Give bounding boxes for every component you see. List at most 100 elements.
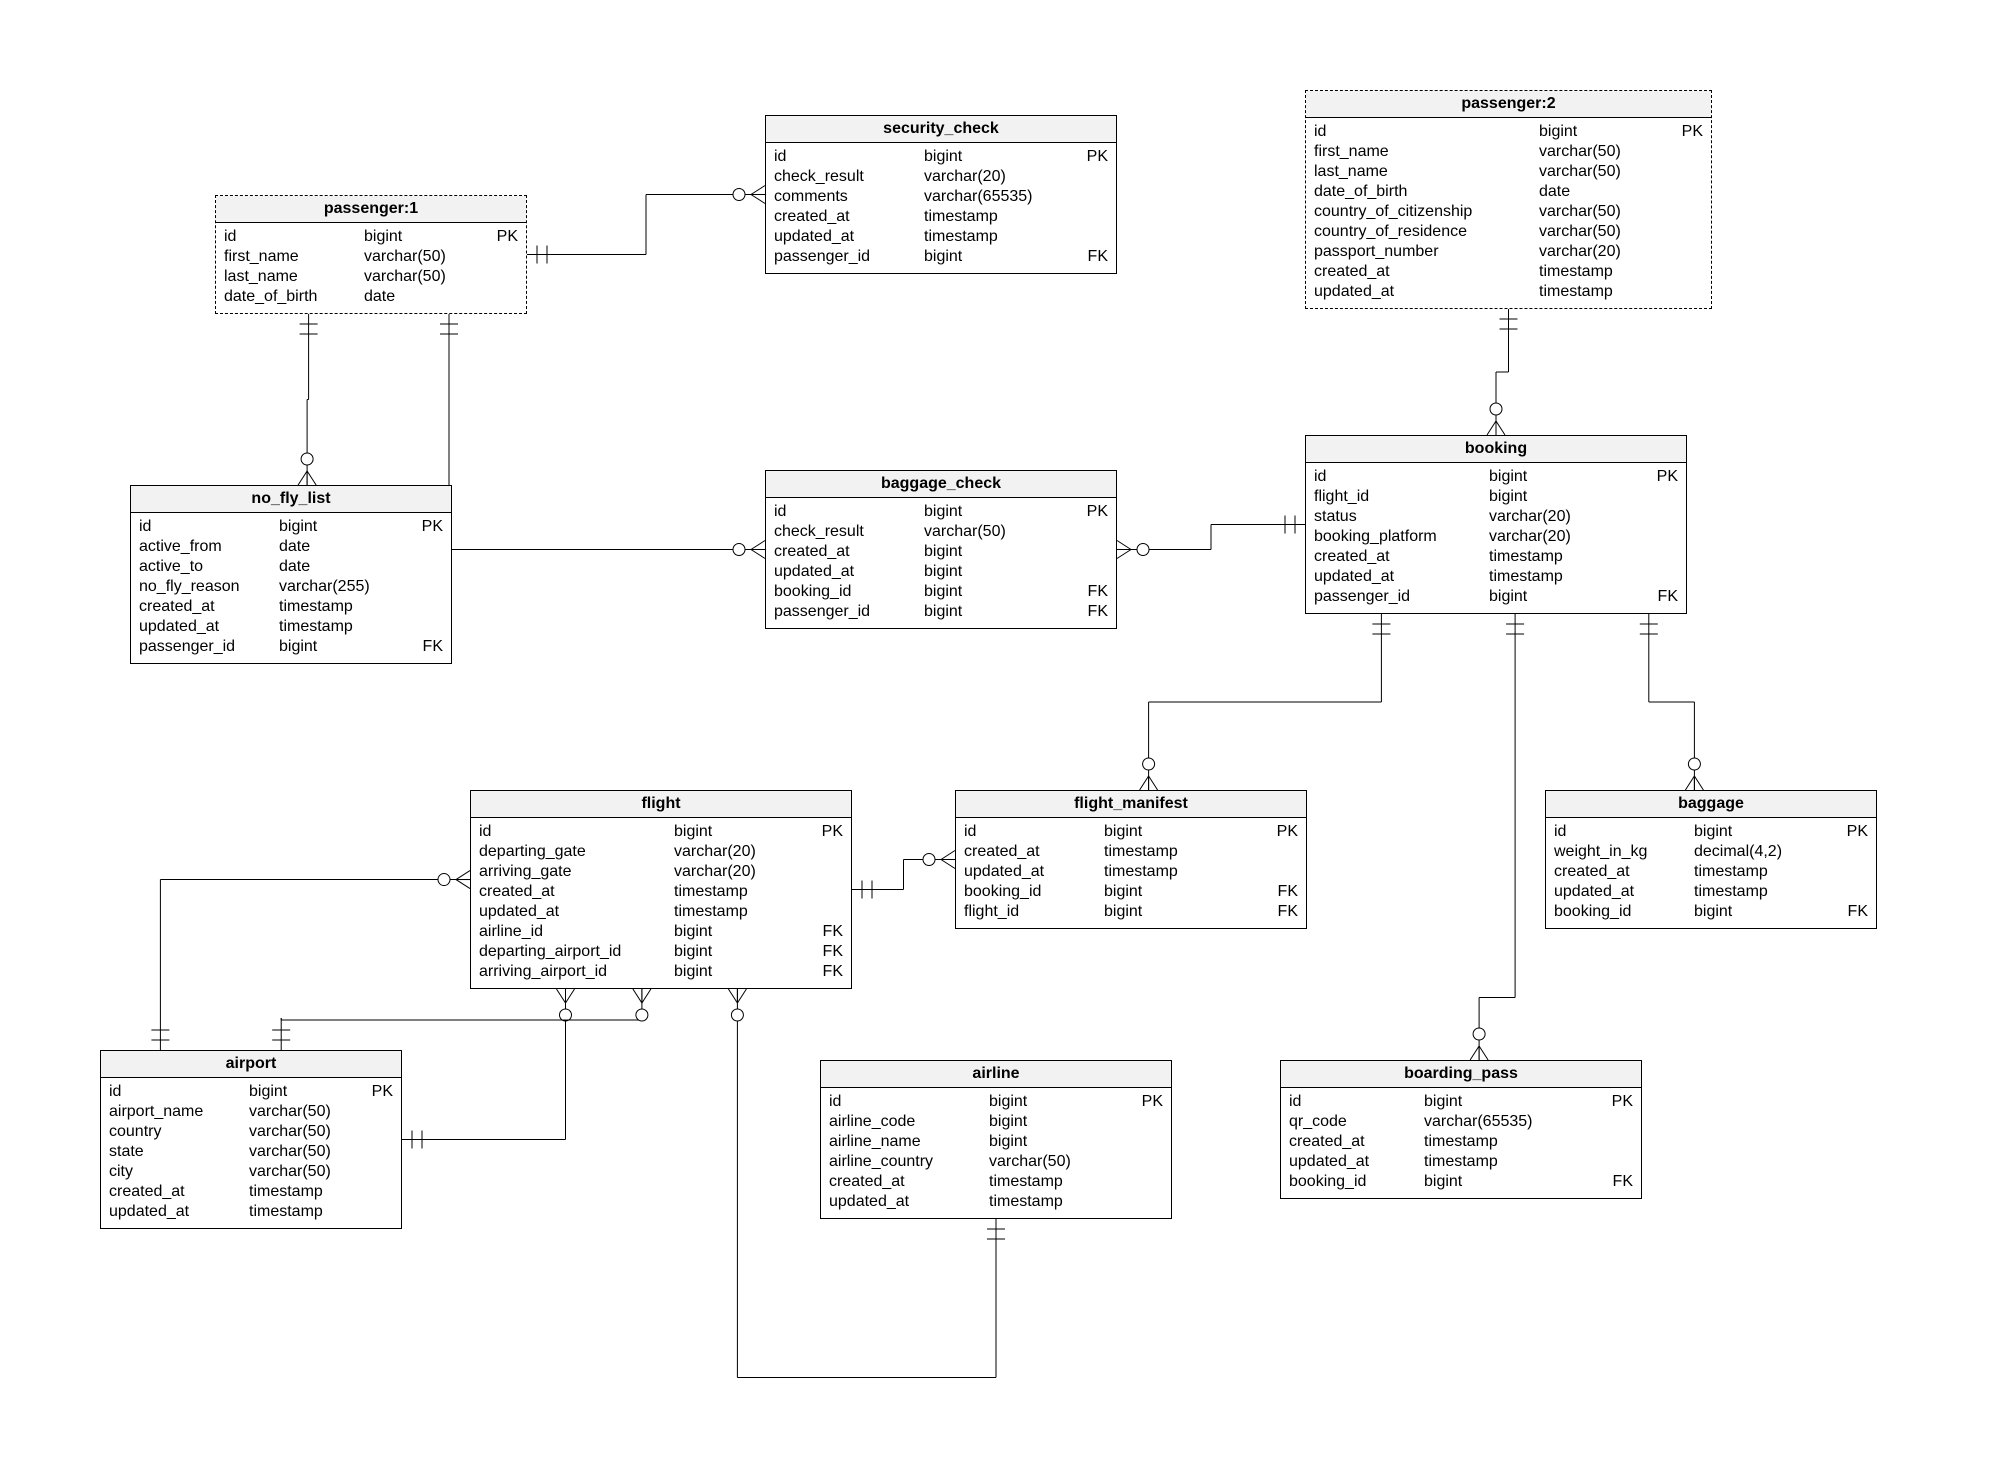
column-name: arriving_gate — [479, 862, 674, 882]
connector-bkg-bag — [1640, 614, 1704, 790]
entity-booking: bookingidbigintPKflight_idbigintstatusva… — [1305, 435, 1687, 614]
column-row: updated_attimestamp — [1314, 567, 1678, 587]
column-name: created_at — [139, 597, 279, 617]
column-type: date — [279, 557, 409, 577]
column-row: arriving_gatevarchar(20) — [479, 862, 843, 882]
column-row: updated_attimestamp — [1554, 882, 1868, 902]
column-name: comments — [774, 187, 924, 207]
column-name: created_at — [964, 842, 1104, 862]
column-row: booking_idbigint FK — [774, 582, 1108, 602]
entity-title: airline — [821, 1061, 1171, 1088]
column-row: departing_airport_idbigintFK — [479, 942, 843, 962]
column-row: idbigintPK — [1289, 1092, 1633, 1112]
column-row: cityvarchar(50) — [109, 1162, 393, 1182]
column-type: varchar(50) — [1539, 142, 1669, 162]
connector-flt-apTop — [151, 871, 470, 1050]
column-type: varchar(50) — [364, 247, 484, 267]
column-name: updated_at — [1314, 567, 1489, 587]
column-type: timestamp — [279, 617, 409, 637]
column-name: updated_at — [139, 617, 279, 637]
connector-p1-nfl — [298, 314, 318, 485]
column-row: updated_attimestamp — [964, 862, 1298, 882]
connector-flt-air2 — [272, 989, 651, 1050]
column-type: bigint — [1489, 487, 1639, 507]
column-type: date — [364, 287, 484, 307]
column-type: bigint — [924, 582, 1074, 602]
entity-security_check: security_checkidbigintPKcheck_resultvarc… — [765, 115, 1117, 274]
column-type: timestamp — [674, 902, 804, 922]
entity-body: idbigintPKfirst_namevarchar(50)last_name… — [1306, 118, 1711, 308]
column-type: varchar(20) — [1489, 527, 1639, 547]
connector-bkg-bp — [1470, 614, 1524, 1060]
column-key: FK — [1613, 1172, 1633, 1192]
column-key: FK — [1088, 602, 1108, 622]
column-row: updated_atbigint — [774, 562, 1108, 582]
entity-body: idbigintPKactive_fromdateactive_todateno… — [131, 513, 451, 663]
column-name: check_result — [774, 167, 924, 187]
column-type: bigint — [1424, 1092, 1589, 1112]
column-row: created_attimestamp — [139, 597, 443, 617]
column-name: passenger_id — [774, 247, 924, 267]
column-row: active_fromdate — [139, 537, 443, 557]
column-key: PK — [1847, 822, 1868, 842]
column-row: created_attimestamp — [1554, 862, 1868, 882]
column-type: varchar(20) — [1489, 507, 1639, 527]
column-name: updated_at — [1289, 1152, 1424, 1172]
column-name: flight_id — [964, 902, 1104, 922]
er-diagram-canvas: passenger:1idbigintPKfirst_namevarchar(5… — [0, 0, 1999, 1464]
entity-passenger2: passenger:2idbigintPKfirst_namevarchar(5… — [1305, 90, 1712, 309]
column-row: check_resultvarchar(50) — [774, 522, 1108, 542]
column-key: FK — [1088, 582, 1108, 602]
column-name: created_at — [774, 207, 924, 227]
column-type: bigint — [924, 247, 1074, 267]
column-row: idbigintPK — [1314, 122, 1703, 142]
column-row: created_atbigint — [774, 542, 1108, 562]
entity-airline: airlineidbigintPKairline_codebigintairli… — [820, 1060, 1172, 1219]
column-name: id — [139, 517, 279, 537]
column-type: varchar(50) — [364, 267, 484, 287]
column-row: statevarchar(50) — [109, 1142, 393, 1162]
column-type: varchar(50) — [924, 522, 1074, 542]
column-name: id — [964, 822, 1104, 842]
column-type: timestamp — [249, 1182, 359, 1202]
column-type: timestamp — [279, 597, 409, 617]
column-name: id — [1314, 467, 1489, 487]
column-type: timestamp — [924, 207, 1074, 227]
entity-body: idbigintPKairline_codebigintairline_name… — [821, 1088, 1171, 1218]
column-type: timestamp — [1539, 282, 1669, 302]
column-row: created_attimestamp — [1289, 1132, 1633, 1152]
column-name: airport_name — [109, 1102, 249, 1122]
column-name: date_of_birth — [224, 287, 364, 307]
column-row: updated_attimestamp — [139, 617, 443, 637]
connector-p1-bgc — [440, 314, 765, 559]
column-name: updated_at — [829, 1192, 989, 1212]
column-row: countryvarchar(50) — [109, 1122, 393, 1142]
entity-flight: flightidbigintPKdeparting_gatevarchar(20… — [470, 790, 852, 989]
column-key: PK — [497, 227, 518, 247]
column-type: bigint — [924, 562, 1074, 582]
column-row: updated_attimestamp — [829, 1192, 1163, 1212]
column-key: FK — [1278, 902, 1298, 922]
column-row: airport_namevarchar(50) — [109, 1102, 393, 1122]
column-name: booking_id — [774, 582, 924, 602]
entity-body: idbigintPKdeparting_gatevarchar(20)arriv… — [471, 818, 851, 988]
entity-flight_manifest: flight_manifestidbigintPKcreated_attimes… — [955, 790, 1307, 929]
column-key: PK — [372, 1082, 393, 1102]
column-row: idbigintPK — [1554, 822, 1868, 842]
column-name: country_of_citizenship — [1314, 202, 1539, 222]
column-type: bigint — [249, 1082, 359, 1102]
column-name: updated_at — [774, 227, 924, 247]
column-type: varchar(50) — [249, 1142, 359, 1162]
column-key: PK — [1142, 1092, 1163, 1112]
column-row: last_namevarchar(50) — [1314, 162, 1703, 182]
column-name: id — [479, 822, 674, 842]
entity-title: boarding_pass — [1281, 1061, 1641, 1088]
column-type: timestamp — [1424, 1132, 1589, 1152]
column-name: departing_airport_id — [479, 942, 674, 962]
column-row: created_attimestamp — [1314, 547, 1678, 567]
column-name: updated_at — [479, 902, 674, 922]
column-row: created_attimestamp — [774, 207, 1108, 227]
column-row: date_of_birthdate — [1314, 182, 1703, 202]
column-type: bigint — [989, 1112, 1129, 1132]
column-type: varchar(65535) — [924, 187, 1074, 207]
